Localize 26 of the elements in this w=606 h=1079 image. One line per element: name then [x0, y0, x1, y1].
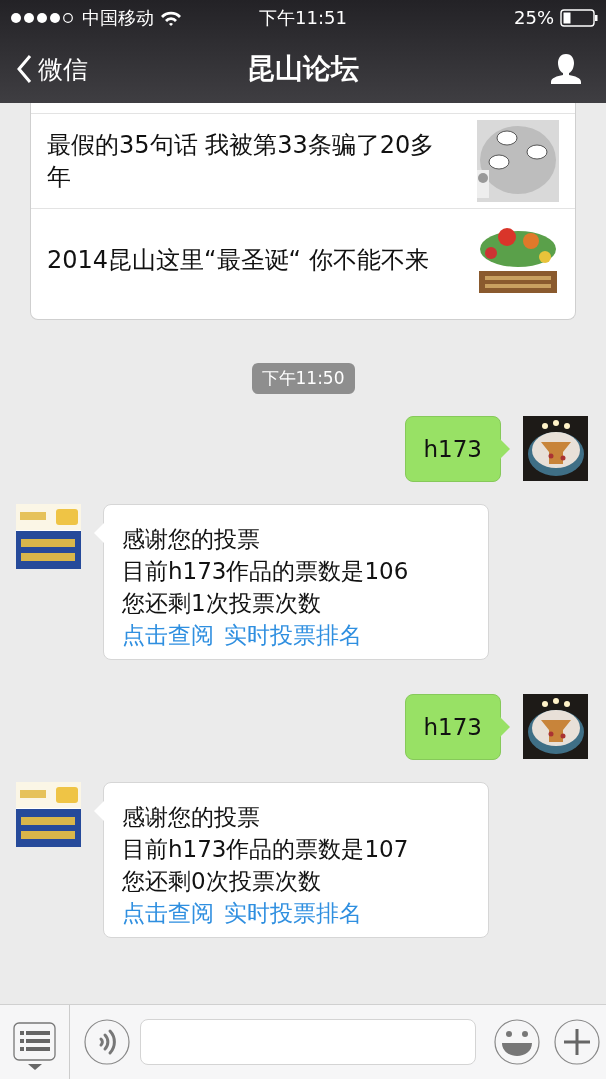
message-input[interactable] [140, 1019, 476, 1065]
menu-list-icon[interactable] [12, 1022, 57, 1070]
voice-icon[interactable] [84, 1019, 130, 1065]
battery-percent: 25% [514, 7, 554, 28]
chat-title: 昆山论坛 [247, 51, 359, 87]
link[interactable]: 点击查阅 [122, 897, 214, 929]
link[interactable]: 实时投票排名 [224, 897, 362, 929]
wifi-icon [160, 9, 182, 26]
message-text: h173 [423, 435, 482, 464]
article-item[interactable]: 最假的35句话 我被第33条骗了20多年 [31, 113, 575, 208]
article-item[interactable]: 2014昆山这里“最圣诞“ 你不能不来 [31, 208, 575, 319]
back-button[interactable]: 微信 [16, 52, 88, 86]
message-text: 感谢您的投票 目前h173作品的票数是107 您还剩0次投票次数 [122, 803, 410, 896]
battery-icon [560, 8, 598, 27]
signal-icon [10, 11, 76, 24]
back-chevron-icon [16, 54, 32, 84]
link[interactable]: 点击查阅 [122, 619, 214, 651]
message-text: 感谢您的投票 目前h173作品的票数是106 您还剩1次投票次数 [122, 525, 410, 618]
timestamp: 下午11:50 [251, 363, 355, 394]
message-text: h173 [423, 713, 482, 742]
person-icon[interactable] [550, 54, 582, 84]
clock-time: 下午11:51 [259, 5, 347, 30]
plus-icon[interactable] [554, 1019, 600, 1065]
emoji-icon[interactable] [494, 1019, 540, 1065]
link[interactable]: 实时投票排名 [224, 619, 362, 651]
carrier-name: 中国移动 [82, 5, 154, 30]
